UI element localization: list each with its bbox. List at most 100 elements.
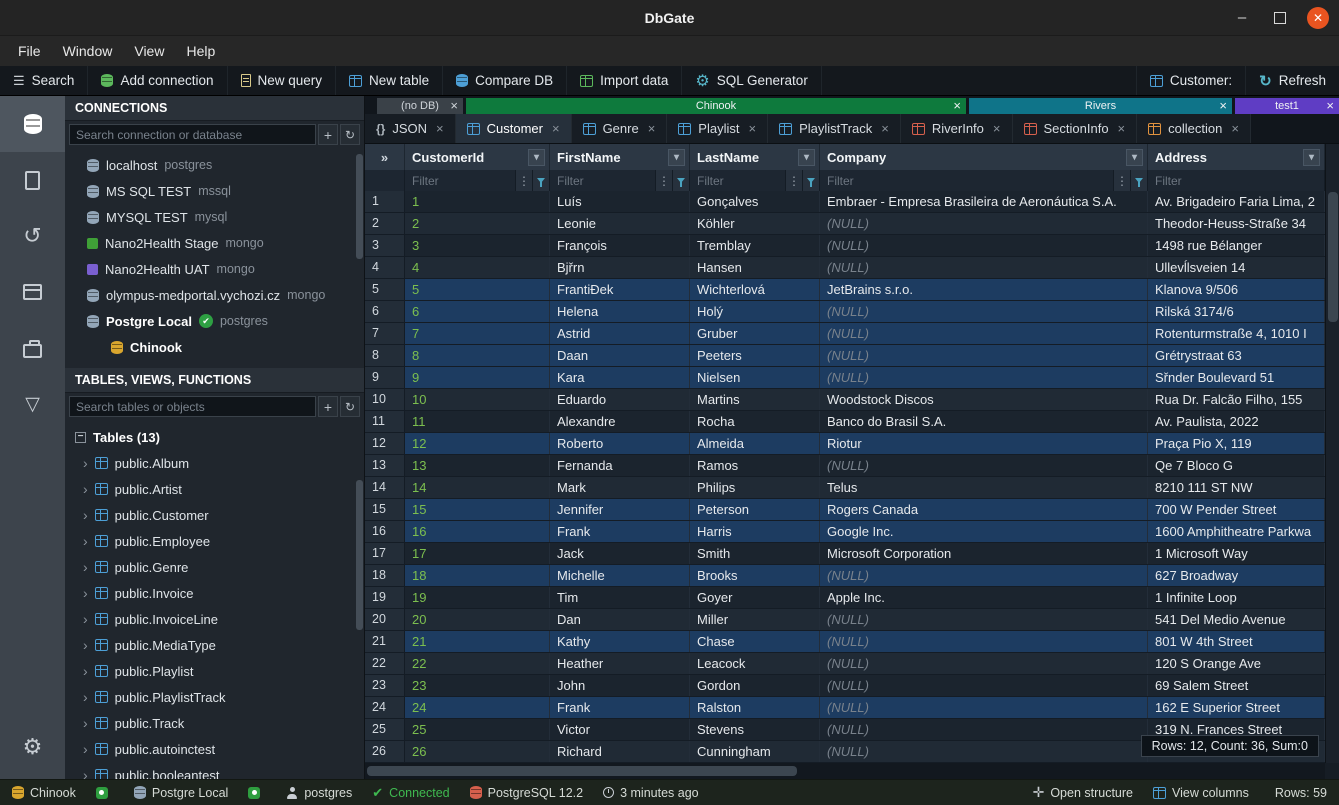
cell-lastname[interactable]: Gordon <box>690 675 820 696</box>
cell-company[interactable]: Apple Inc. <box>820 587 1148 608</box>
file-tab[interactable]: RiverInfo <box>901 114 1013 143</box>
cell-firstname[interactable]: Eduardo <box>550 389 690 410</box>
cell-firstname[interactable]: Michelle <box>550 565 690 586</box>
file-tab[interactable]: PlaylistTrack <box>768 114 901 143</box>
table-row[interactable]: 13 13 Fernanda Ramos (NULL) Qe 7 Bloco G <box>365 455 1325 477</box>
menu-item[interactable]: View <box>124 40 174 62</box>
cell-company[interactable]: Microsoft Corporation <box>820 543 1148 564</box>
settings-gear-icon[interactable] <box>0 725 65 769</box>
close-tab-icon[interactable] <box>1231 121 1239 136</box>
cell-firstname[interactable]: Dan <box>550 609 690 630</box>
cell-address[interactable]: Qe 7 Bloco G <box>1148 455 1325 476</box>
row-number[interactable]: 18 <box>365 565 405 586</box>
cell-customerid[interactable]: 19 <box>405 587 550 608</box>
table-row[interactable]: 12 12 Roberto Almeida Riotur Praça Pio X… <box>365 433 1325 455</box>
cell-address[interactable]: Av. Brigadeiro Faria Lima, 2 <box>1148 191 1325 212</box>
cell-company[interactable]: (NULL) <box>820 697 1148 718</box>
chevron-right-icon[interactable] <box>83 637 88 653</box>
cell-customerid[interactable]: 26 <box>405 741 550 762</box>
cell-customerid[interactable]: 21 <box>405 631 550 652</box>
column-dropdown-icon[interactable] <box>1126 149 1143 166</box>
statusbar-action[interactable]: View columns <box>1153 786 1249 800</box>
cell-firstname[interactable]: Luís <box>550 191 690 212</box>
cell-customerid[interactable]: 8 <box>405 345 550 366</box>
cell-firstname[interactable]: Leonie <box>550 213 690 234</box>
column-dropdown-icon[interactable] <box>798 149 815 166</box>
cell-firstname[interactable]: Roberto <box>550 433 690 454</box>
cell-lastname[interactable]: Harris <box>690 521 820 542</box>
row-number[interactable]: 26 <box>365 741 405 762</box>
cell-company[interactable]: (NULL) <box>820 719 1148 740</box>
cell-company[interactable]: (NULL) <box>820 455 1148 476</box>
toolbar-button[interactable]: Add connection <box>88 66 227 95</box>
cell-customerid[interactable]: 12 <box>405 433 550 454</box>
column-header[interactable]: CustomerId <box>405 144 550 170</box>
filter-funnel-icon[interactable] <box>532 170 549 191</box>
cell-firstname[interactable]: Jack <box>550 543 690 564</box>
cell-address[interactable]: 541 Del Medio Avenue <box>1148 609 1325 630</box>
filter-funnel-icon[interactable] <box>802 170 819 191</box>
close-tab-icon[interactable] <box>748 121 756 136</box>
cell-lastname[interactable]: Peeters <box>690 345 820 366</box>
row-number[interactable]: 17 <box>365 543 405 564</box>
cell-lastname[interactable]: Chase <box>690 631 820 652</box>
statusbar-action[interactable]: Rows: 59 <box>1269 786 1327 800</box>
database-tab[interactable]: (no DB) <box>377 98 463 114</box>
cell-customerid[interactable]: 7 <box>405 323 550 344</box>
column-header[interactable]: FirstName <box>550 144 690 170</box>
cell-customerid[interactable]: 16 <box>405 521 550 542</box>
filter-cell[interactable]: Filter <box>550 170 690 191</box>
connection-item[interactable]: Chinook <box>65 334 364 360</box>
table-row[interactable]: 8 8 Daan Peeters (NULL) Grétrystraat 63 <box>365 345 1325 367</box>
cell-customerid[interactable]: 5 <box>405 279 550 300</box>
filter-menu-icon[interactable] <box>785 170 802 191</box>
statusbar-action[interactable]: Open structure <box>1033 784 1133 801</box>
horizontal-scrollbar[interactable] <box>365 763 1325 779</box>
row-number[interactable]: 14 <box>365 477 405 498</box>
cell-company[interactable]: (NULL) <box>820 653 1148 674</box>
file-tab[interactable]: Customer <box>456 114 572 143</box>
row-number[interactable]: 13 <box>365 455 405 476</box>
tables-search-input[interactable] <box>69 396 316 417</box>
cell-firstname[interactable]: Fernanda <box>550 455 690 476</box>
toolbar-button[interactable]: Customer: <box>1136 66 1245 95</box>
row-number[interactable]: 3 <box>365 235 405 256</box>
table-list-item[interactable]: public.booleantest <box>65 762 364 779</box>
cell-firstname[interactable]: François <box>550 235 690 256</box>
table-list-item[interactable]: public.MediaType <box>65 632 364 658</box>
cell-address[interactable]: 120 S Orange Ave <box>1148 653 1325 674</box>
cell-customerid[interactable]: 3 <box>405 235 550 256</box>
cell-customerid[interactable]: 25 <box>405 719 550 740</box>
cell-company[interactable]: (NULL) <box>820 323 1148 344</box>
table-row[interactable]: 15 15 Jennifer Peterson Rogers Canada 70… <box>365 499 1325 521</box>
cell-company[interactable]: Rogers Canada <box>820 499 1148 520</box>
scrollbar-thumb[interactable] <box>356 480 363 630</box>
chevron-right-icon[interactable] <box>83 481 88 497</box>
chevron-right-icon[interactable] <box>83 533 88 549</box>
row-number[interactable]: 21 <box>365 631 405 652</box>
collapse-icon[interactable] <box>75 432 86 443</box>
close-tab-icon[interactable] <box>648 121 656 136</box>
column-dropdown-icon[interactable] <box>668 149 685 166</box>
cell-firstname[interactable]: Helena <box>550 301 690 322</box>
cell-lastname[interactable]: Miller <box>690 609 820 630</box>
vertical-scrollbar[interactable] <box>1325 144 1339 763</box>
tables-group[interactable]: Tables (13) <box>65 424 364 450</box>
column-header[interactable]: LastName <box>690 144 820 170</box>
refresh-connections-icon[interactable] <box>340 124 360 145</box>
column-header[interactable]: Company <box>820 144 1148 170</box>
chevron-right-icon[interactable] <box>83 689 88 705</box>
toolbar-button[interactable]: New query <box>228 66 337 95</box>
cell-customerid[interactable]: 15 <box>405 499 550 520</box>
row-number[interactable]: 15 <box>365 499 405 520</box>
cell-company[interactable]: (NULL) <box>820 235 1148 256</box>
cell-address[interactable]: Rilská 3174/6 <box>1148 301 1325 322</box>
cell-customerid[interactable]: 24 <box>405 697 550 718</box>
cell-firstname[interactable]: Richard <box>550 741 690 762</box>
cell-firstname[interactable]: Kathy <box>550 631 690 652</box>
cell-company[interactable]: (NULL) <box>820 565 1148 586</box>
close-tab-icon[interactable] <box>552 121 560 136</box>
table-row[interactable]: 19 19 Tim Goyer Apple Inc. 1 Infinite Lo… <box>365 587 1325 609</box>
cell-address[interactable]: 8210 111 ST NW <box>1148 477 1325 498</box>
cell-lastname[interactable]: Almeida <box>690 433 820 454</box>
